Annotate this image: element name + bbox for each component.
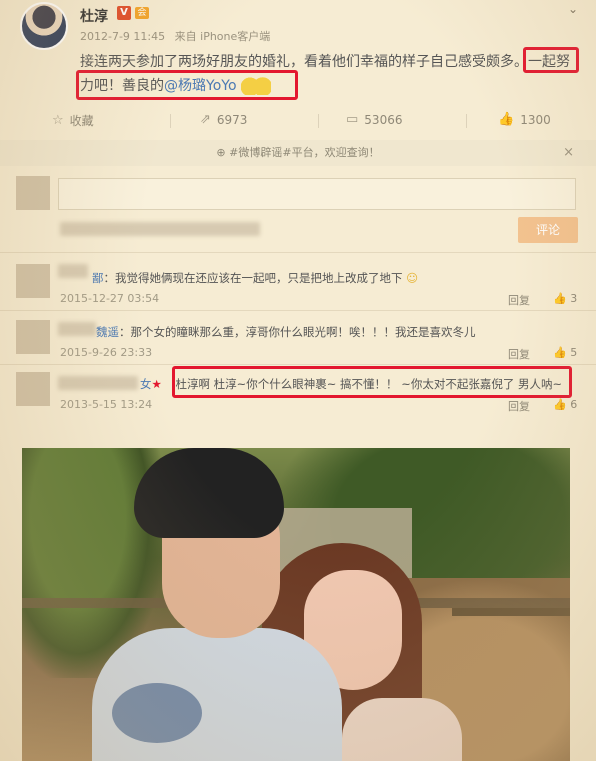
comment-like-button[interactable]: 👍 3 bbox=[553, 292, 577, 305]
comment-body: 我觉得她俩现在还应该在一起吧，只是把地上改成了地下 bbox=[115, 271, 403, 285]
blurred-name bbox=[58, 322, 96, 336]
comment-body: 那个女的瞳眯那么重，淳哥你什么眼光啊！唉！！！我还是喜欢冬儿 bbox=[130, 325, 476, 339]
crown-icon: ★ bbox=[151, 377, 162, 391]
fence-right bbox=[452, 608, 570, 616]
smile-emoji-icon: ☺ bbox=[406, 271, 419, 285]
reply-button[interactable]: 回复 bbox=[508, 398, 530, 414]
commenter-avatar[interactable] bbox=[16, 320, 50, 354]
comment-time: 2013-5-15 13:24 bbox=[60, 398, 153, 411]
highlight-box-2 bbox=[76, 70, 298, 100]
like-count: 1300 bbox=[520, 112, 551, 127]
comment-like-count: 3 bbox=[570, 292, 578, 305]
user-avatar[interactable] bbox=[20, 2, 68, 50]
highlight-box-3 bbox=[172, 366, 572, 398]
comment-author[interactable]: 魏遥 bbox=[96, 325, 119, 339]
thumbs-up-icon: 👍 bbox=[553, 292, 567, 305]
repost-button[interactable]: ⇗ 6973 bbox=[200, 112, 247, 127]
divider bbox=[466, 114, 467, 128]
post-meta: 2012-7-9 11:45 来自 iPhone客户端 bbox=[80, 28, 270, 44]
thumbs-up-icon: 👍 bbox=[498, 112, 515, 127]
man-shirt-pattern bbox=[112, 683, 202, 743]
repost-count: 6973 bbox=[216, 112, 248, 127]
woman-top bbox=[342, 698, 462, 761]
comment-author[interactable]: 鄙 bbox=[92, 271, 104, 285]
reply-button[interactable]: 回复 bbox=[508, 346, 530, 362]
couple-photo bbox=[22, 448, 570, 761]
comment-input[interactable] bbox=[58, 178, 576, 210]
man-hair bbox=[134, 448, 284, 538]
favorite-button[interactable]: ☆ 收藏 bbox=[52, 112, 94, 129]
star-icon: ☆ bbox=[52, 113, 64, 128]
reply-button[interactable]: 回复 bbox=[508, 292, 530, 308]
comment-author[interactable]: 女 bbox=[140, 377, 152, 391]
submit-comment-button[interactable]: 评论 bbox=[518, 217, 578, 243]
comment-time: 2015-9-26 23:33 bbox=[60, 346, 153, 359]
divider bbox=[318, 114, 319, 128]
post-source: 来自 iPhone客户端 bbox=[174, 30, 271, 43]
comment-like-count: 6 bbox=[570, 398, 578, 411]
comment-count: 53066 bbox=[364, 112, 403, 127]
hashtag-icon: ⊕ bbox=[216, 146, 226, 159]
favorite-label: 收藏 bbox=[69, 114, 94, 128]
comment-time: 2015-12-27 03:54 bbox=[60, 292, 160, 305]
highlight-box-1 bbox=[523, 47, 579, 73]
divider bbox=[170, 114, 171, 128]
verified-badge-icon: V bbox=[117, 6, 131, 20]
like-button[interactable]: 👍 1300 bbox=[498, 112, 551, 127]
divider bbox=[0, 364, 596, 365]
thumbs-up-icon: 👍 bbox=[553, 346, 567, 359]
comment-text: 鄙：我觉得她俩现在还应该在一起吧，只是把地上改成了地下 ☺ bbox=[92, 270, 418, 286]
repost-icon: ⇗ bbox=[200, 112, 211, 127]
comment-button[interactable]: ▭ 53066 bbox=[346, 112, 402, 127]
divider bbox=[0, 252, 596, 253]
blurred-toolbar bbox=[60, 222, 260, 236]
close-icon[interactable]: × bbox=[563, 140, 574, 166]
member-badge-icon: 会 bbox=[135, 7, 149, 19]
post-time[interactable]: 2012-7-9 11:45 bbox=[80, 30, 165, 43]
comment-like-button[interactable]: 👍 5 bbox=[553, 346, 577, 359]
post-text-part1: 接连两天参加了两场好朋友的婚礼，看着他们幸福的样子自己感受颇多。 bbox=[80, 54, 528, 70]
commenter-avatar[interactable] bbox=[16, 264, 50, 298]
weibo-post: 杜淳 V 会 2012-7-9 11:45 来自 iPhone客户端 接连两天参… bbox=[0, 0, 596, 440]
comment-like-button[interactable]: 👍 6 bbox=[553, 398, 577, 411]
blurred-name bbox=[58, 264, 88, 278]
my-avatar bbox=[16, 176, 50, 210]
divider bbox=[0, 310, 596, 311]
topic-notice-bar: ⊕ #微博辟谣#平台，欢迎查询！ × bbox=[0, 140, 596, 166]
comment-text: 魏遥：那个女的瞳眯那么重，淳哥你什么眼光啊！唉！！！我还是喜欢冬儿 bbox=[96, 324, 476, 340]
blurred-name bbox=[58, 376, 138, 390]
post-username[interactable]: 杜淳 bbox=[80, 6, 108, 26]
topic-notice-text[interactable]: #微博辟谣#平台，欢迎查询！ bbox=[229, 146, 379, 159]
colon: ： bbox=[119, 325, 131, 339]
comment-like-count: 5 bbox=[570, 346, 578, 359]
chevron-down-icon[interactable]: ⌄ bbox=[568, 2, 578, 16]
post-action-bar: ☆ 收藏 ⇗ 6973 ▭ 53066 👍 1300 bbox=[0, 108, 596, 134]
thumbs-up-icon: 👍 bbox=[553, 398, 567, 411]
comment-icon: ▭ bbox=[346, 112, 359, 127]
commenter-avatar[interactable] bbox=[16, 372, 50, 406]
colon: ： bbox=[103, 271, 116, 285]
